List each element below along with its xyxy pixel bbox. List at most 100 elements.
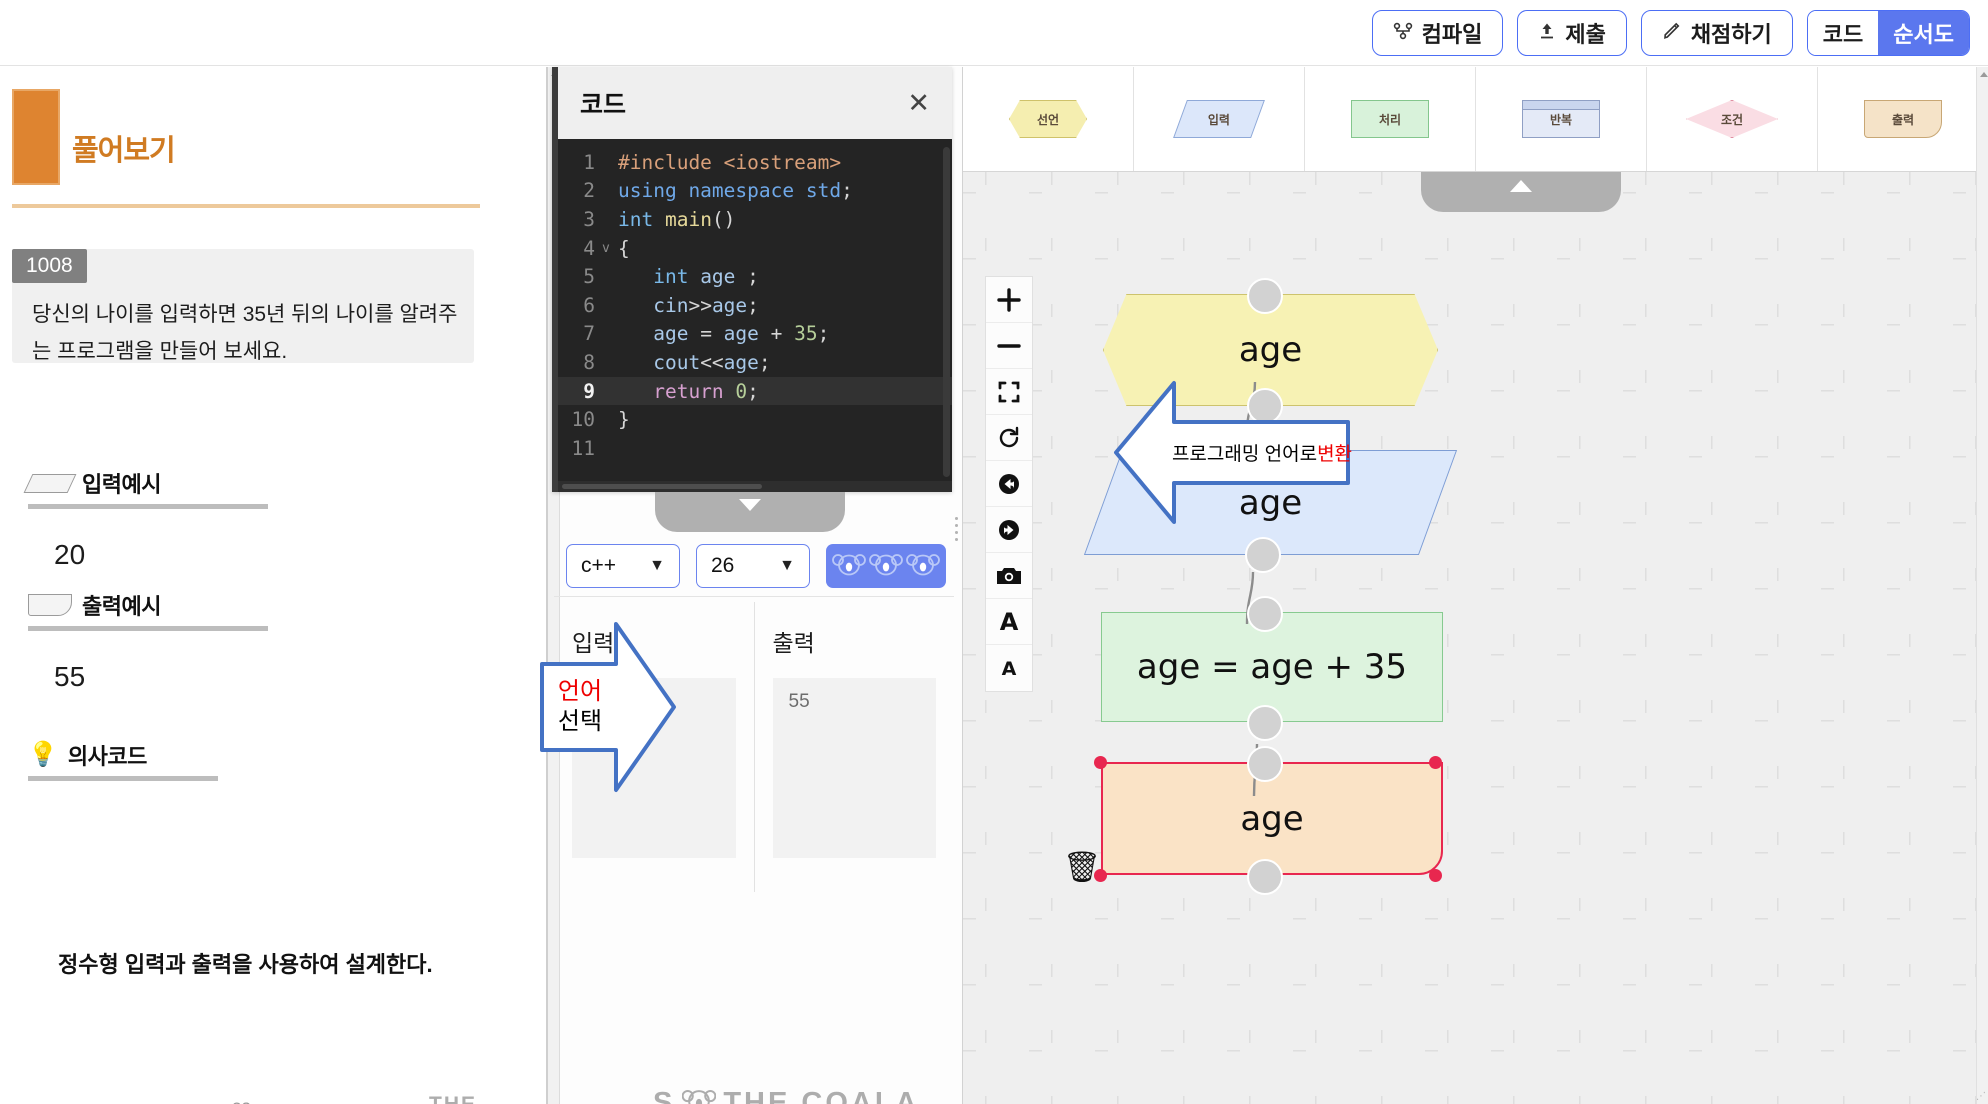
output-example-value: 55 [54, 661, 86, 692]
view-toggle-code[interactable]: 코드 [1807, 10, 1879, 55]
compile-icon [1393, 21, 1413, 45]
palette-item-rectangle[interactable]: 처리 [1305, 67, 1476, 171]
text-small-icon[interactable]: A [986, 645, 1032, 691]
code-line[interactable]: 8 cout<<age; [558, 348, 952, 377]
node-port-top[interactable] [1247, 278, 1283, 314]
palette-item-hexagon[interactable]: 선언 [963, 67, 1134, 171]
camera-icon[interactable] [986, 553, 1032, 599]
flow-node-label: age [1240, 798, 1304, 839]
fullscreen-icon[interactable] [986, 369, 1032, 415]
code-line-number: 2 [583, 179, 595, 203]
compile-button[interactable]: 컴파일 [1371, 9, 1504, 56]
svg-text:A: A [1000, 609, 1019, 635]
callout-language-red: 언어 [557, 678, 603, 705]
code-line[interactable]: 1 #include <iostream> [558, 148, 952, 177]
view-toggle[interactable]: 코드 순서도 [1806, 9, 1970, 56]
palette-item-document[interactable]: 출력 [1818, 67, 1988, 171]
resize-handle-tl[interactable] [1094, 756, 1107, 769]
language-select[interactable]: c++ ▼ [566, 543, 680, 588]
code-line-number: 8 [583, 350, 595, 374]
palette-item-parallelogram[interactable]: 입력 [1134, 67, 1305, 171]
callout-convert-to-language: 프로그래밍 언어로 변환 [1112, 380, 1352, 525]
minus-icon[interactable] [986, 323, 1032, 369]
code-line-number: 1 [583, 150, 595, 174]
text-large-icon[interactable]: A [986, 599, 1032, 645]
document-shape-icon: 출력 [1864, 100, 1942, 138]
code-editor-title: 코드 [580, 91, 627, 119]
document-shape-icon [28, 594, 72, 616]
editor-vertical-scrollbar[interactable] [943, 147, 950, 477]
resize-handle-tr[interactable] [1429, 756, 1442, 769]
callout-language-text: 언어 선택 [544, 664, 616, 750]
canvas-corner-label: ⋰ [1976, 1091, 1986, 1102]
code-line[interactable]: 9 return 0; [558, 376, 952, 406]
code-line[interactable]: 5 int age ; [558, 262, 952, 291]
editor-horizontal-scrollbar[interactable] [558, 481, 952, 492]
code-line[interactable]: 7 age = age + 35; [558, 320, 952, 349]
code-line-text: using namespace std; [618, 179, 853, 203]
chevron-down-icon: ▼ [649, 556, 665, 574]
code-pane: 코드 ✕ 1 #include <iostream> 2 using namespac… [546, 67, 962, 1104]
code-line-text: int age ; [618, 265, 759, 289]
problem-statement: 당신의 나이를 입력하면 35년 뒤의 나이를 알려주는 프로그램을 만들어 보… [32, 303, 458, 363]
code-line[interactable]: 6 cin>>age; [558, 291, 952, 320]
code-line[interactable]: 4 v{ [558, 234, 952, 263]
palette-item-label: 처리 [1378, 112, 1402, 127]
node-port-top[interactable] [1247, 746, 1283, 782]
code-line[interactable]: 2 using namespace std; [558, 177, 952, 206]
canvas-collapse-toggle[interactable] [1421, 172, 1621, 212]
code-collapse-toggle[interactable] [655, 492, 845, 532]
chevron-down-icon: ▼ [779, 556, 795, 574]
resize-handle-br[interactable] [1429, 869, 1442, 882]
brand-footer-center: S THE COALA [653, 1087, 920, 1104]
view-toggle-flowchart[interactable]: 순서도 [1878, 10, 1969, 55]
close-icon[interactable]: ✕ [907, 89, 930, 117]
plus-icon[interactable] [986, 277, 1032, 323]
hexagon-shape-icon: 선언 [1009, 100, 1087, 138]
callout-convert-red: 변환 [1317, 444, 1353, 465]
redo-icon[interactable] [986, 507, 1032, 553]
undo-icon[interactable] [986, 461, 1032, 507]
run-button[interactable] [826, 543, 946, 588]
flowchart-pane: 선언 입력 처리 반복 조건 출력 AA age age age = age +… [962, 67, 1988, 1104]
version-select[interactable]: 26 ▼ [696, 543, 810, 588]
trash-icon[interactable]: 🗑 [1063, 850, 1101, 885]
grade-button[interactable]: 채점하기 [1640, 9, 1793, 56]
node-port-top[interactable] [1247, 596, 1283, 632]
palette-item-diamond[interactable]: 조건 [1647, 67, 1818, 171]
pseudocode-section: 💡 의사코드 [28, 739, 218, 781]
diamond-shape-icon: 조건 [1686, 100, 1778, 138]
callout-language-plain: 선택 [557, 708, 603, 735]
section-divider [28, 626, 268, 631]
flowchart-canvas[interactable]: AA age age age = age + 35 age 🗑 [963, 172, 1988, 1104]
section-divider [28, 504, 268, 509]
code-fold-toggle[interactable]: v [602, 241, 618, 256]
pseudocode-text: 정수형 입력과 출력을 사용하여 설계한다. [58, 952, 433, 977]
node-port-bottom[interactable] [1245, 537, 1281, 573]
refresh-icon[interactable] [986, 415, 1032, 461]
svg-text:A: A [1002, 658, 1017, 680]
node-port-bottom[interactable] [1247, 859, 1283, 895]
page-number: 23 [232, 1099, 251, 1104]
code-line-number: 5 [583, 265, 595, 289]
output-example-section: 출력예시 55 [28, 589, 268, 693]
code-line[interactable]: 11 [558, 434, 952, 463]
code-line-text: return 0; [618, 379, 759, 403]
flowchart-pane-scrollbar[interactable] [1976, 67, 1988, 1104]
version-select-value: 26 [711, 553, 735, 577]
brand-footer-left: S THE COALA [375, 1093, 546, 1104]
bookmark-decoration [12, 89, 60, 185]
code-line[interactable]: 10} [558, 405, 952, 434]
code-editor[interactable]: 1 #include <iostream> 2 using namespace std… [558, 139, 952, 492]
callout-convert-plain: 프로그래밍 언어로 [1171, 444, 1318, 465]
palette-item-label: 입력 [1207, 112, 1231, 127]
code-line[interactable]: 3 int main() [558, 205, 952, 234]
node-port-bottom[interactable] [1247, 705, 1283, 741]
input-example-value: 20 [54, 539, 86, 570]
problem-number-badge: 1008 [12, 249, 87, 283]
code-line-text: age = age + 35; [618, 322, 830, 346]
code-line-text: cin>>age; [618, 293, 759, 317]
palette-item-loop[interactable]: 반복 [1476, 67, 1647, 171]
submit-button[interactable]: 제출 [1517, 9, 1627, 56]
output-label: 출력 [772, 630, 815, 656]
